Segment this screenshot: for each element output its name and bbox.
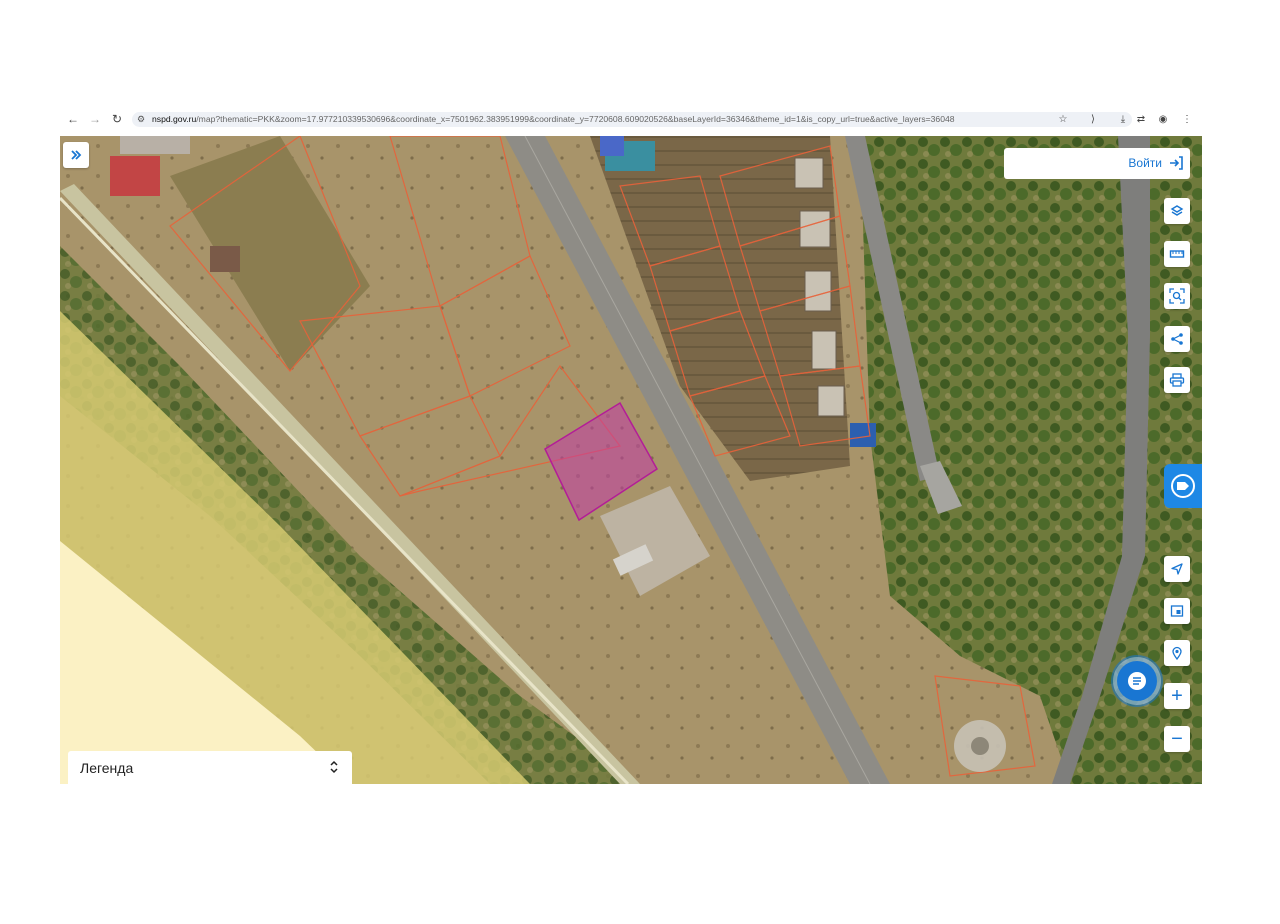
share-button[interactable] (1164, 326, 1190, 352)
chevron-updown-icon[interactable] (328, 758, 340, 776)
url-path: /map?thematic=PKK&zoom=17.97721033953069… (196, 114, 955, 124)
locate-arrow-icon (1171, 563, 1183, 575)
assistant-logo-icon (1171, 474, 1195, 498)
print-button[interactable] (1164, 367, 1190, 393)
extensions-icon[interactable]: ⟩ (1086, 112, 1100, 127)
assistant-button[interactable] (1164, 464, 1202, 508)
print-icon (1169, 373, 1185, 387)
url-host: nspd.gov.ru (152, 114, 197, 124)
locate-button[interactable] (1164, 556, 1190, 582)
geolocation-icon (1172, 646, 1182, 660)
translate-icon[interactable]: ⇄ (1134, 112, 1148, 127)
search-area-icon (1169, 288, 1185, 304)
login-icon (1170, 156, 1183, 170)
download-icon[interactable]: ⤓ (1116, 112, 1130, 127)
expand-panel-button[interactable] (63, 142, 89, 168)
layers-icon (1170, 205, 1184, 216)
zoom-in-button[interactable]: + (1164, 683, 1190, 709)
star-icon[interactable]: ☆ (1056, 112, 1070, 127)
login-button[interactable]: Войти (1004, 148, 1190, 179)
geolocation-button[interactable] (1164, 640, 1190, 666)
ruler-button[interactable] (1164, 241, 1190, 267)
minimap-icon (1170, 605, 1184, 617)
legend-title: Легенда (80, 760, 134, 776)
login-label: Войти (1128, 156, 1162, 170)
search-area-button[interactable] (1164, 283, 1190, 309)
site-info-icon[interactable]: ⚙ (137, 112, 145, 127)
address-bar[interactable]: ⚙ nspd.gov.ru/map?thematic=PKK&zoom=17.9… (132, 112, 1132, 127)
forward-button[interactable]: → (88, 112, 102, 126)
layers-button[interactable] (1164, 198, 1190, 224)
back-button[interactable]: ← (66, 112, 80, 126)
satellite-imagery (60, 136, 1202, 784)
menu-icon[interactable]: ⋮ (1180, 112, 1194, 127)
map-canvas[interactable]: Войти + − Легенда (60, 136, 1202, 784)
browser-toolbar: ← → ↻ ⚙ nspd.gov.ru/map?thematic=PKK&zoo… (60, 110, 1202, 130)
legend-panel[interactable]: Легенда (68, 751, 352, 784)
double-chevron-right-icon (71, 150, 82, 160)
minimap-button[interactable] (1164, 598, 1190, 624)
share-icon (1171, 333, 1183, 345)
profile-icon[interactable]: ◉ (1156, 112, 1170, 127)
ruler-icon (1169, 250, 1185, 258)
chat-button[interactable] (1117, 661, 1157, 701)
zoom-out-button[interactable]: − (1164, 726, 1190, 752)
chat-icon (1128, 672, 1146, 690)
reload-button[interactable]: ↻ (110, 112, 124, 126)
